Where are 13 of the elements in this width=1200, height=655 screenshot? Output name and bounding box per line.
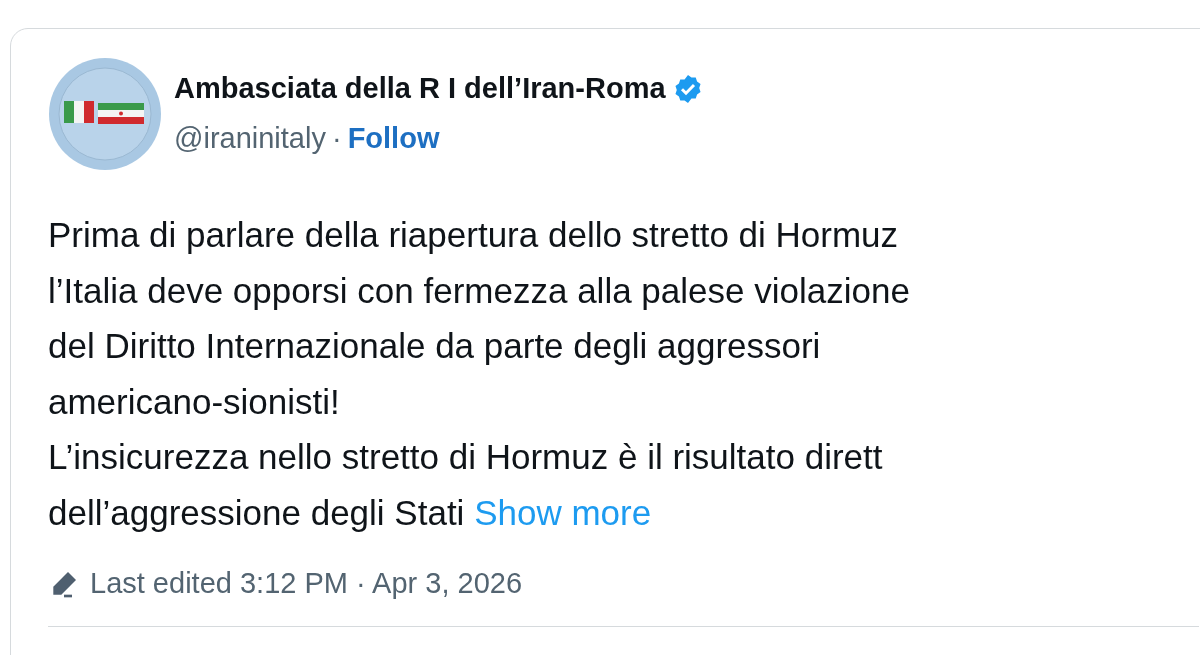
tweet-text-line: L’insicurezza nello stretto di Hormuz è il risultato dirett <box>48 437 883 476</box>
show-more-link[interactable]: Show more <box>474 492 652 532</box>
tweet-text-line: Prima di parlare della riapertura dello stretto di Hormuz <box>48 215 899 254</box>
tweet-text-line: del Diritto Internazionale da parte degli aggressori <box>48 326 821 365</box>
tweet-text-line: dell’aggressione degli Stati <box>48 492 465 532</box>
account-name: Ambasciata della R I dell’Iran-Roma <box>174 71 666 106</box>
tweet-text-line: l’Italia deve opporsi con fermezza alla palese violazione <box>48 270 910 310</box>
avatar-flags-icon <box>48 57 162 171</box>
account-handle: @iraninitaly <box>174 120 326 156</box>
last-edited-timestamp: Last edited 3:12 PM · Apr 3, 2026 <box>90 566 523 601</box>
follow-link[interactable]: Follow <box>347 116 440 160</box>
separator-dot: · <box>331 120 342 156</box>
tweet-text-line: americano-sionisti! <box>48 381 340 421</box>
